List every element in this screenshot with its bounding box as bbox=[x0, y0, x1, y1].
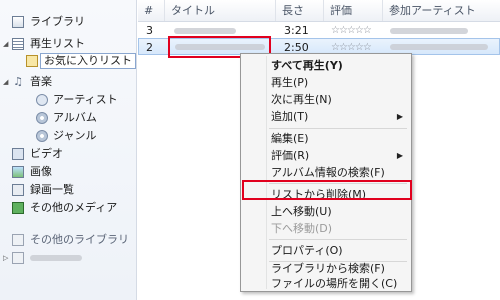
sidebar-item-label: ビデオ bbox=[30, 147, 63, 160]
sidebar-item-playlists[interactable]: ◢ 再生リスト bbox=[0, 36, 134, 52]
menu-item-move-down: 下へ移動(D) bbox=[271, 222, 333, 235]
sidebar-item-other-libraries[interactable]: その他のライブラリ bbox=[0, 232, 134, 248]
sidebar-item-user-library[interactable]: ▷ bbox=[0, 250, 134, 266]
other-media-icon bbox=[12, 202, 24, 214]
menu-item-play-all[interactable]: すべて再生(Y) bbox=[243, 57, 409, 74]
sidebar-item-label: 録画一覧 bbox=[30, 183, 74, 196]
submenu-arrow-icon: ▶ bbox=[396, 151, 403, 160]
submenu-arrow-icon: ▶ bbox=[396, 112, 403, 121]
sidebar-item-label: その他のメディア bbox=[30, 201, 118, 214]
sidebar-item-label: ライブラリ bbox=[30, 15, 85, 28]
blurred-title bbox=[174, 28, 236, 34]
music-note-icon: ♫ bbox=[13, 75, 23, 88]
sidebar-item-label: 画像 bbox=[30, 165, 52, 178]
expand-arrow-icon[interactable]: ◢ bbox=[3, 74, 11, 90]
column-rating[interactable]: 評価 bbox=[324, 0, 383, 21]
sidebar-item-label: ジャンル bbox=[53, 129, 97, 142]
blurred-artist bbox=[390, 28, 468, 34]
menu-separator bbox=[269, 239, 407, 240]
video-icon bbox=[12, 148, 24, 160]
sidebar-item-recorded-tv[interactable]: 録画一覧 bbox=[0, 182, 134, 198]
menu-item-properties[interactable]: プロパティ(O) bbox=[243, 242, 409, 259]
rating-stars[interactable]: ☆☆☆☆☆ bbox=[331, 22, 372, 39]
sidebar-item-music[interactable]: ◢ ♫ 音楽 bbox=[0, 74, 134, 90]
column-number[interactable]: # bbox=[138, 0, 165, 21]
menu-item-edit[interactable]: 編集(E) bbox=[243, 130, 409, 147]
menu-item-open-file-location[interactable]: ファイルの場所を開く(C) bbox=[243, 275, 409, 292]
menu-item-find-album-info[interactable]: アルバム情報の検索(F) bbox=[243, 164, 409, 181]
menu-item-move-up[interactable]: 上へ移動(U) bbox=[243, 203, 409, 220]
column-header: # タイトル 長さ 評価 参加アーティスト bbox=[138, 0, 500, 22]
menu-item-label: 評価(R) bbox=[271, 149, 310, 162]
album-icon bbox=[36, 112, 48, 124]
sidebar-item-album[interactable]: アルバム bbox=[0, 110, 134, 126]
sidebar-item-pictures[interactable]: 画像 bbox=[0, 164, 134, 180]
artist-icon bbox=[36, 94, 48, 106]
picture-icon bbox=[12, 166, 24, 178]
sidebar-item-video[interactable]: ビデオ bbox=[0, 146, 134, 162]
menu-separator bbox=[269, 128, 407, 129]
blurred-artist bbox=[390, 44, 488, 50]
playlist-icon bbox=[12, 38, 24, 50]
sidebar-item-label: その他のライブラリ bbox=[30, 233, 129, 246]
menu-item-play[interactable]: 再生(P) bbox=[243, 74, 409, 91]
expand-arrow-icon[interactable]: ▷ bbox=[3, 250, 11, 266]
sidebar-item-label: 再生リスト bbox=[30, 37, 85, 50]
menu-item-add[interactable]: 追加(T) ▶ bbox=[243, 108, 409, 125]
sidebar-item-artist[interactable]: アーティスト bbox=[0, 92, 134, 108]
expand-arrow-icon[interactable]: ◢ bbox=[3, 36, 11, 52]
sidebar-item-label: アーティスト bbox=[53, 93, 118, 106]
favorites-playlist-icon bbox=[26, 55, 38, 67]
column-title[interactable]: タイトル bbox=[165, 0, 276, 21]
navigation-pane: ライブラリ ◢ 再生リスト お気に入りリスト ◢ ♫ 音楽 アーティスト アルバ… bbox=[0, 0, 137, 300]
track-number: 3 bbox=[146, 24, 153, 37]
recorded-tv-icon bbox=[12, 184, 24, 196]
blurred-library-name bbox=[30, 255, 82, 261]
track-number: 2 bbox=[146, 41, 153, 54]
track-length: 3:21 bbox=[284, 24, 309, 37]
sidebar-item-other-media[interactable]: その他のメディア bbox=[0, 200, 134, 216]
column-length[interactable]: 長さ bbox=[276, 0, 324, 21]
remove-item-highlight-box bbox=[242, 180, 412, 200]
column-contributing-artist[interactable]: 参加アーティスト bbox=[383, 0, 500, 21]
genre-icon bbox=[36, 130, 48, 142]
user-library-icon bbox=[12, 252, 24, 264]
context-menu: すべて再生(Y) 再生(P) 次に再生(N) 追加(T) ▶ 編集(E) 評価(… bbox=[240, 53, 412, 292]
sidebar-item-label: アルバム bbox=[53, 111, 97, 124]
library-icon bbox=[12, 16, 24, 28]
sidebar-item-label: お気に入りリスト bbox=[40, 53, 136, 69]
sidebar-item-genre[interactable]: ジャンル bbox=[0, 128, 134, 144]
menu-item-rate[interactable]: 評価(R) ▶ bbox=[243, 147, 409, 164]
sidebar-item-label: 音楽 bbox=[30, 75, 52, 88]
sidebar-item-favorites-playlist[interactable]: お気に入りリスト bbox=[0, 53, 136, 69]
menu-item-play-next[interactable]: 次に再生(N) bbox=[243, 91, 409, 108]
other-libraries-icon bbox=[12, 234, 24, 246]
menu-item-label: 追加(T) bbox=[271, 110, 309, 123]
sidebar-item-library[interactable]: ライブラリ bbox=[0, 14, 134, 30]
